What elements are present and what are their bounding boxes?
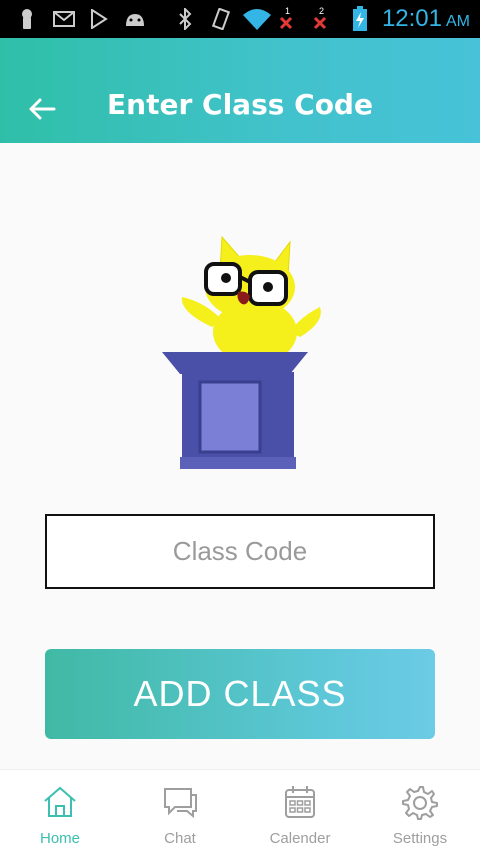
bluetooth-icon (174, 6, 196, 32)
nav-label-home: Home (39, 830, 80, 847)
app-bar: Enter Class Code (0, 38, 480, 143)
keyhole-icon (14, 6, 40, 32)
signal-sim1-icon: 1 (276, 6, 298, 32)
status-time: 12:01 AM (382, 5, 470, 33)
home-icon (40, 782, 80, 822)
bottom-nav: Home Chat Calender Settings (0, 769, 480, 854)
battery-charging-icon (350, 6, 370, 32)
calendar-icon (280, 782, 320, 822)
add-class-button[interactable]: ADD CLASS (45, 649, 435, 739)
wifi-icon (240, 6, 274, 32)
chat-icon (160, 782, 200, 822)
nav-label-chat: Chat (164, 830, 196, 847)
status-ampm: AM (446, 13, 470, 30)
page-title: Enter Class Code (107, 88, 373, 121)
play-store-icon (88, 6, 110, 32)
nav-item-home[interactable]: Home (0, 770, 120, 854)
sim1-label: 1 (285, 6, 290, 16)
nav-label-settings: Settings (392, 830, 448, 847)
nav-item-chat[interactable]: Chat (120, 770, 240, 854)
vibrate-icon (208, 6, 234, 32)
status-bar: 1 2 12:01 AM (0, 0, 480, 38)
android-debug-icon (122, 6, 148, 32)
nav-item-settings[interactable]: Settings (360, 770, 480, 854)
gear-icon (400, 782, 440, 822)
signal-sim2-icon: 2 (310, 6, 332, 32)
gmail-icon (52, 6, 76, 32)
nav-label-calender: Calender (269, 830, 331, 847)
owl-at-podium-illustration (150, 232, 330, 477)
status-time-value: 12:01 (381, 5, 442, 32)
nav-item-calender[interactable]: Calender (240, 770, 360, 854)
sim2-label: 2 (319, 6, 324, 16)
class-code-input[interactable] (45, 514, 435, 589)
